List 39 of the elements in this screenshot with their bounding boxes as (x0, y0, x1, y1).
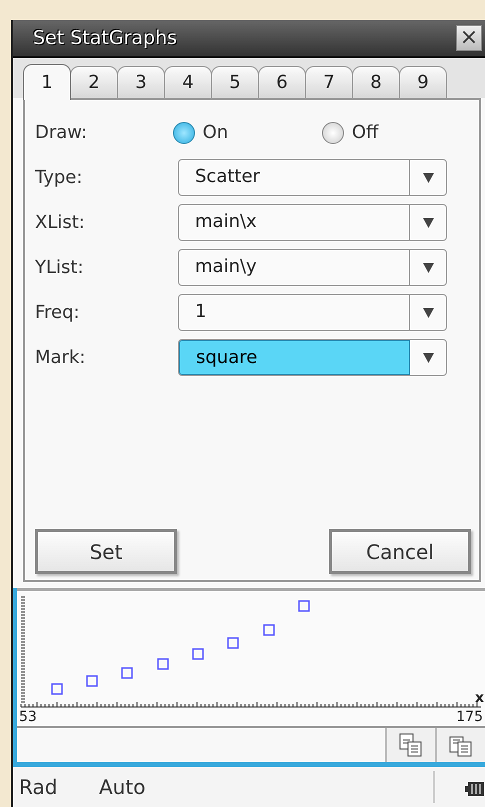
dropdown-field[interactable]: square (178, 339, 447, 376)
tab[interactable]: 1 (23, 64, 71, 100)
field-label: Type: (35, 166, 84, 190)
tab[interactable]: 9 (399, 66, 447, 98)
paste-icon[interactable] (435, 728, 485, 762)
dropdown-field[interactable]: 1 (178, 294, 447, 331)
tab[interactable]: 8 (352, 66, 400, 98)
axis-label: 175 (456, 710, 483, 724)
set-button[interactable]: Set (35, 529, 177, 574)
dropdown-arrow-icon[interactable] (422, 262, 434, 272)
copy-icon[interactable] (385, 728, 435, 762)
tab[interactable]: 7 (305, 66, 353, 98)
axis-label: x (474, 691, 484, 705)
tab[interactable]: 5 (211, 66, 259, 98)
dropdown-arrow-icon[interactable] (422, 218, 434, 228)
dropdown-field[interactable]: main\x (178, 204, 447, 241)
axis-label: 53 (19, 710, 37, 724)
tab[interactable]: 4 (164, 66, 212, 98)
cancel-button[interactable]: Cancel (329, 529, 471, 574)
dropdown-field[interactable]: main\y (178, 249, 447, 286)
field-label: Freq: (35, 301, 81, 325)
dropdown-arrow-icon[interactable] (422, 308, 434, 318)
radio-option[interactable]: On (172, 119, 322, 146)
tab[interactable]: 2 (70, 66, 118, 98)
close-button[interactable]: × (456, 25, 482, 51)
battery-icon (465, 780, 485, 797)
dropdown-field[interactable]: Scatter (178, 159, 447, 196)
calc-mode: Auto (99, 774, 146, 801)
field-label: YList: (35, 256, 85, 280)
angle-mode: Rad (19, 774, 58, 801)
field-label: Draw: (35, 121, 88, 145)
tab[interactable]: 3 (117, 66, 165, 98)
radio-option[interactable]: Off (322, 119, 472, 146)
dropdown-arrow-icon[interactable] (422, 352, 434, 362)
field-label: Mark: (35, 346, 86, 370)
field-label: XList: (35, 211, 86, 235)
window-title: Set StatGraphs (33, 26, 178, 51)
dropdown-arrow-icon[interactable] (422, 172, 434, 182)
tab[interactable]: 6 (258, 66, 306, 98)
